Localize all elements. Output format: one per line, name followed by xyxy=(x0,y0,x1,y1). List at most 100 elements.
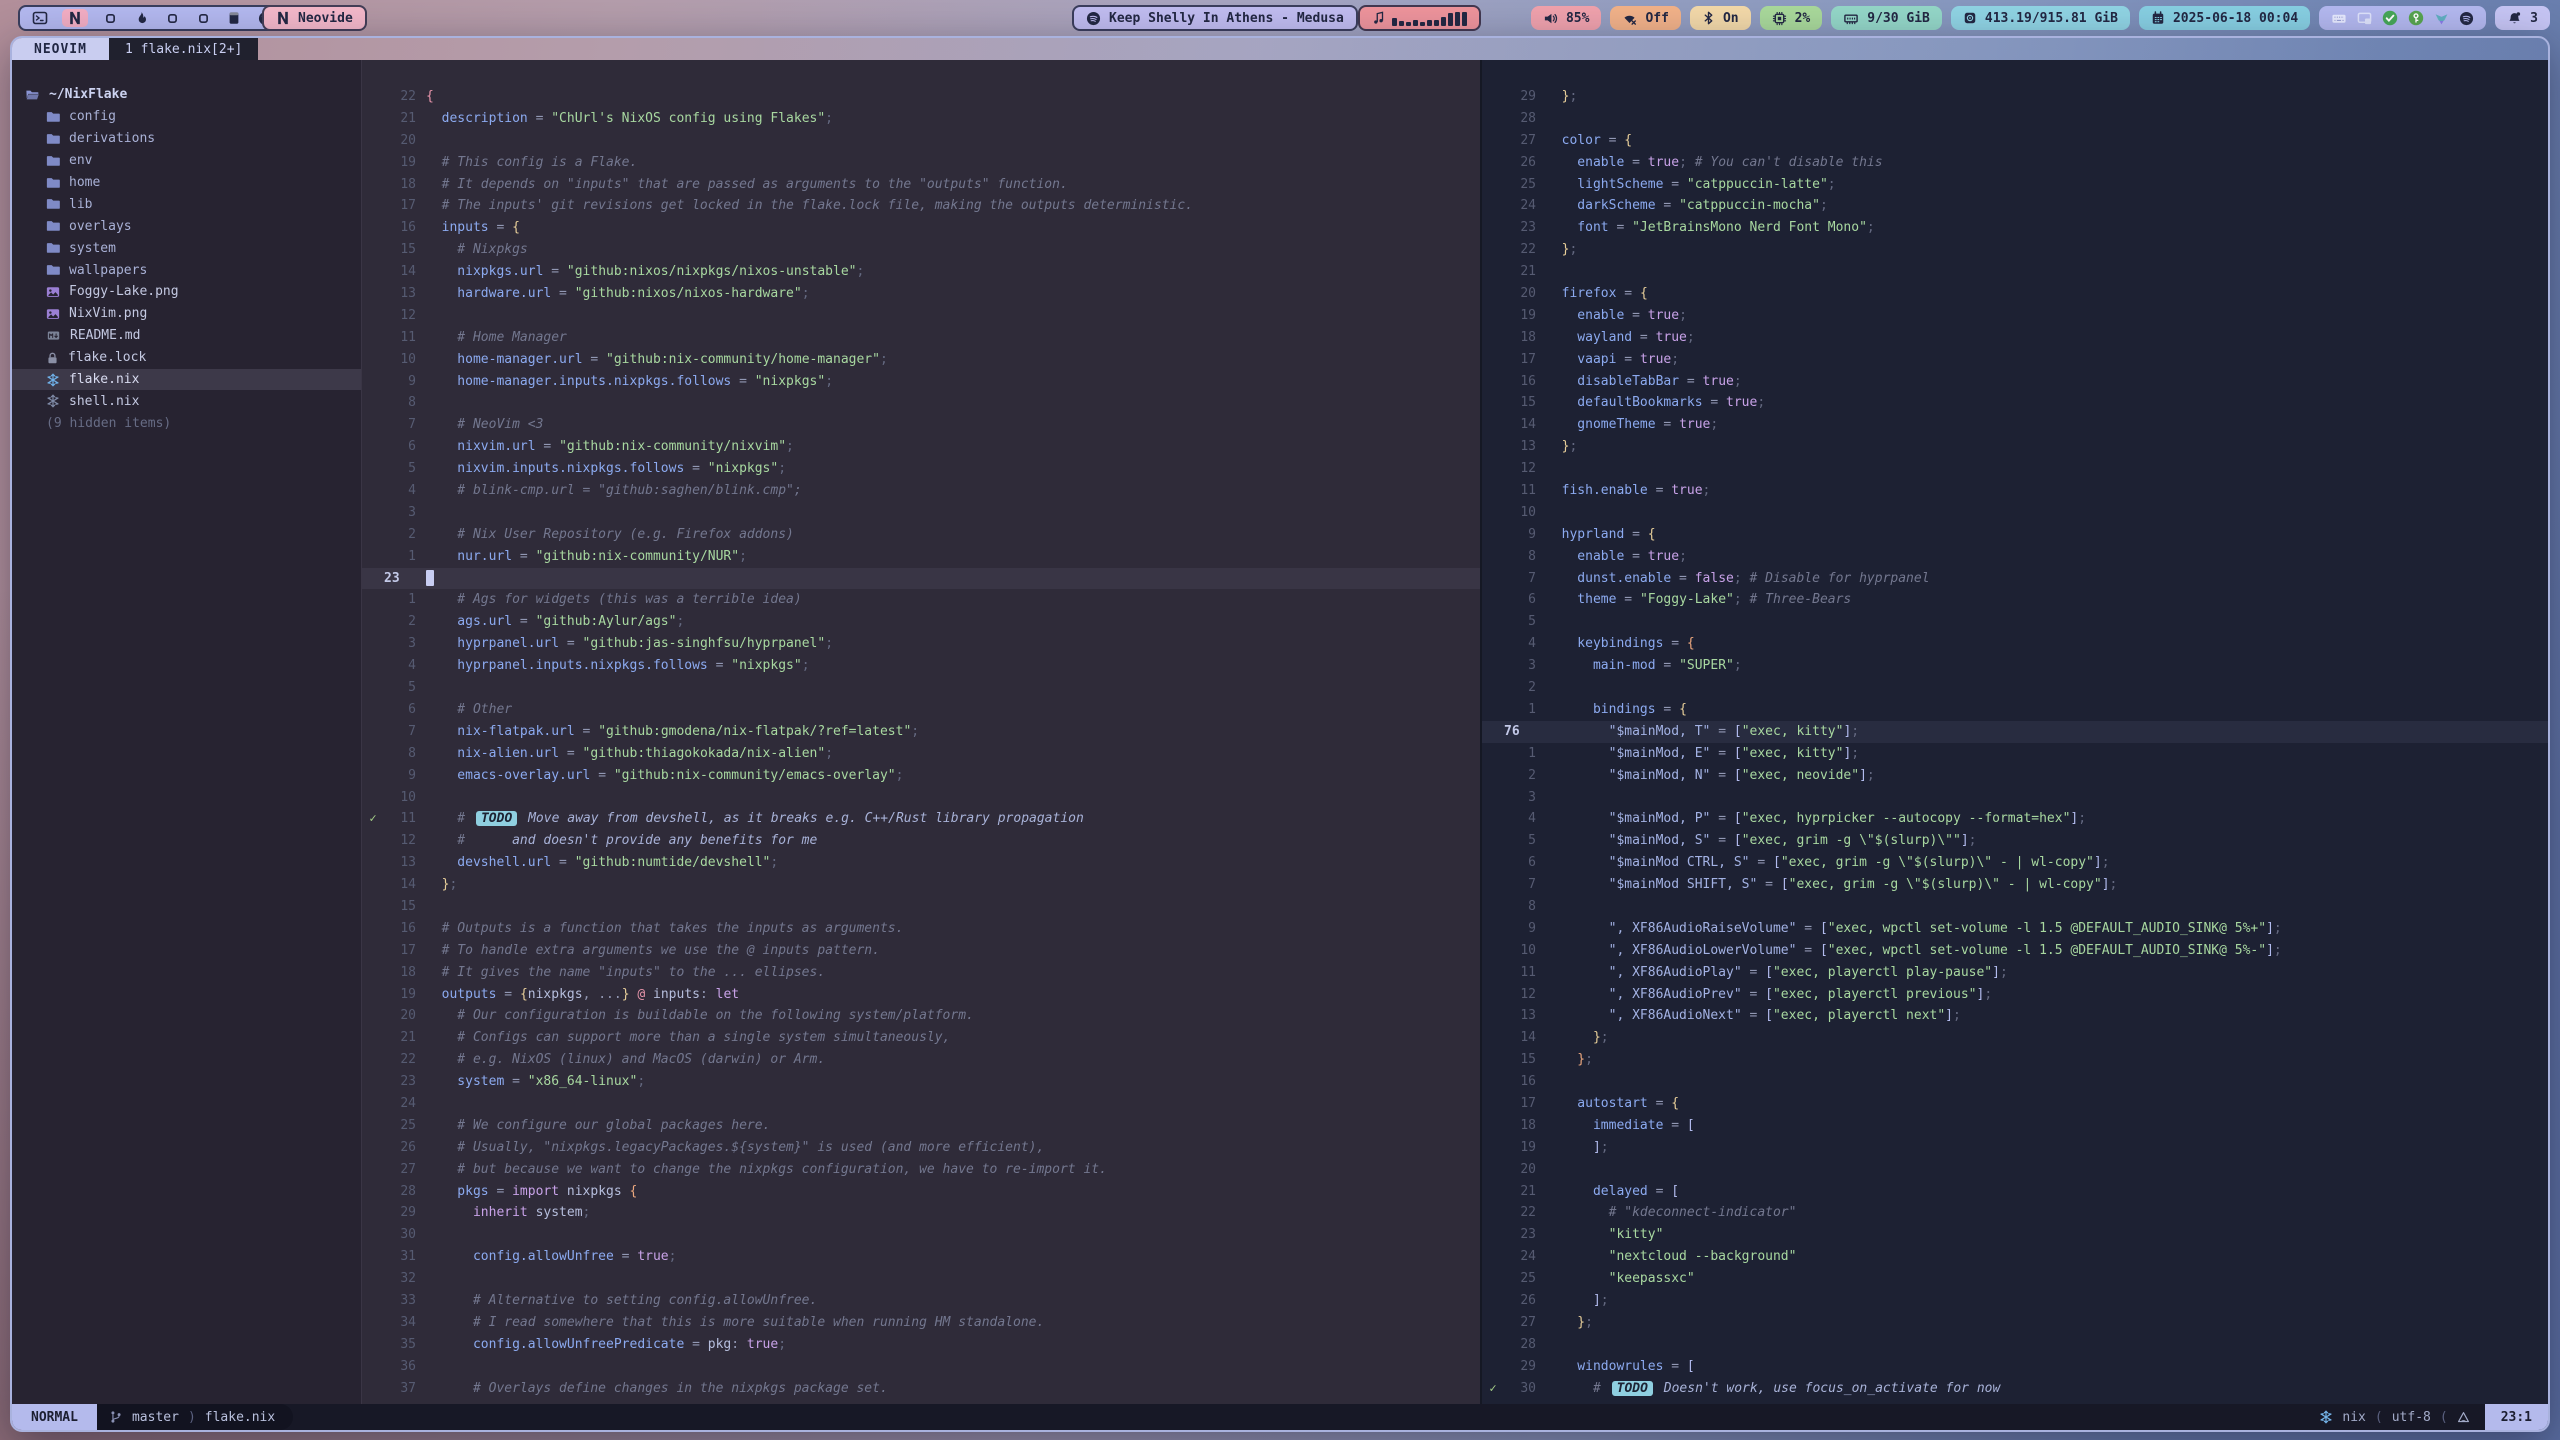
code-line[interactable]: 11 ", XF86AudioPlay" = ["exec, playerctl… xyxy=(1482,962,2548,984)
code-line[interactable]: 9 emacs-overlay.url = "github:nix-commun… xyxy=(362,765,1480,787)
code-line[interactable]: 6 "$mainMod CTRL, S" = ["exec, grim -g \… xyxy=(1482,852,2548,874)
screenshot-tray-icon[interactable] xyxy=(2357,11,2372,26)
code-line[interactable]: 14 }; xyxy=(362,874,1480,896)
tree-file-flake-lock[interactable]: flake.lock xyxy=(12,347,361,369)
code-line[interactable]: 9 ", XF86AudioRaiseVolume" = ["exec, wpc… xyxy=(1482,918,2548,940)
code-line[interactable]: 14 nixpkgs.url = "github:nixos/nixpkgs/n… xyxy=(362,261,1480,283)
workspace-5-square[interactable] xyxy=(163,9,181,27)
workspace-7-book[interactable] xyxy=(225,9,243,27)
code-line[interactable]: 11 # Home Manager xyxy=(362,327,1480,349)
code-line[interactable]: 16 disableTabBar = true; xyxy=(1482,371,2548,393)
workspace-1-terminal[interactable] xyxy=(31,9,49,27)
code-line[interactable]: 5 xyxy=(1482,611,2548,633)
code-line[interactable]: 29 }; xyxy=(1482,86,2548,108)
tree-file-Foggy-Lake-png[interactable]: Foggy-Lake.png xyxy=(12,281,361,303)
code-line[interactable]: 26 # Usually, "nixpkgs.legacyPackages.${… xyxy=(362,1137,1480,1159)
code-line[interactable]: 24 xyxy=(362,1093,1480,1115)
notifications-pill[interactable]: 3 xyxy=(2495,6,2550,30)
code-line[interactable]: ✓11 # TODO Move away from devshell, as i… xyxy=(362,808,1480,830)
code-line[interactable]: 1 "$mainMod, E" = ["exec, kitty"]; xyxy=(1482,743,2548,765)
code-line[interactable]: 16 inputs = { xyxy=(362,217,1480,239)
tree-folder-lib[interactable]: lib xyxy=(12,193,361,215)
code-line[interactable]: 2 # Nix User Repository (e.g. Firefox ad… xyxy=(362,524,1480,546)
code-line[interactable]: 10 xyxy=(1482,502,2548,524)
code-line[interactable]: 23 system = "x86_64-linux"; xyxy=(362,1071,1480,1093)
code-line[interactable]: 13 hardware.url = "github:nixos/nixos-ha… xyxy=(362,283,1480,305)
editor-pane-right-split[interactable]: 29 };2827 color = {26 enable = true; # Y… xyxy=(1480,60,2548,1404)
code-line[interactable]: 18 immediate = [ xyxy=(1482,1115,2548,1137)
vpn-tray-icon[interactable] xyxy=(2434,11,2449,26)
wifi-pill[interactable]: Off xyxy=(1610,6,1680,30)
code-line[interactable]: 20 # Our configuration is buildable on t… xyxy=(362,1005,1480,1027)
code-line[interactable]: 3 xyxy=(362,502,1480,524)
code-line[interactable]: 37 # Overlays define changes in the nixp… xyxy=(362,1378,1480,1400)
code-line[interactable]: 16 # Outputs is a function that takes th… xyxy=(362,918,1480,940)
code-line[interactable]: 12 xyxy=(362,305,1480,327)
code-line[interactable]: 8 enable = true; xyxy=(1482,546,2548,568)
code-line[interactable]: 20 firefox = { xyxy=(1482,283,2548,305)
code-line[interactable]: 9 hyprland = { xyxy=(1482,524,2548,546)
volume-pill[interactable]: 85% xyxy=(1531,6,1601,30)
key-tray-icon[interactable] xyxy=(2408,10,2424,26)
disk-pill[interactable]: 413.19/915.81 GiB xyxy=(1951,6,2130,30)
code-line[interactable]: 29 inherit system; xyxy=(362,1202,1480,1224)
code-line[interactable]: 17 # To handle extra arguments we use th… xyxy=(362,940,1480,962)
workspace-4-flame[interactable] xyxy=(132,9,150,27)
code-line[interactable]: 8 xyxy=(362,392,1480,414)
code-line[interactable]: 10 ", XF86AudioLowerVolume" = ["exec, wp… xyxy=(1482,940,2548,962)
code-line[interactable]: 10 xyxy=(362,787,1480,809)
code-line[interactable]: 15 }; xyxy=(1482,1049,2548,1071)
tree-folder-system[interactable]: system xyxy=(12,237,361,259)
code-line[interactable]: 6 theme = "Foggy-Lake"; # Three-Bears xyxy=(1482,589,2548,611)
code-line[interactable]: 15 defaultBookmarks = true; xyxy=(1482,392,2548,414)
bluetooth-pill[interactable]: On xyxy=(1690,6,1751,30)
code-line[interactable]: 13 ", XF86AudioNext" = ["exec, playerctl… xyxy=(1482,1005,2548,1027)
code-line[interactable]: 7 # NeoVim <3 xyxy=(362,414,1480,436)
memory-pill[interactable]: 9/30 GiB xyxy=(1831,6,1942,30)
code-line[interactable]: 5 "$mainMod, S" = ["exec, grim -g \"$(sl… xyxy=(1482,830,2548,852)
workspace-2-neovide-n-active[interactable] xyxy=(62,9,88,27)
editor-pane-flake-nix[interactable]: 22{21 description = "ChUrl's NixOS confi… xyxy=(362,60,1480,1404)
code-line[interactable]: 13 devshell.url = "github:numtide/devshe… xyxy=(362,852,1480,874)
code-line[interactable]: 2 "$mainMod, N" = ["exec, neovide"]; xyxy=(1482,765,2548,787)
code-line[interactable]: 22 }; xyxy=(1482,239,2548,261)
code-line[interactable]: 19 outputs = {nixpkgs, ...} @ inputs: le… xyxy=(362,984,1480,1006)
code-line[interactable]: 5 nixvim.inputs.nixpkgs.follows = "nixpk… xyxy=(362,458,1480,480)
code-line[interactable]: 25 "keepassxc" xyxy=(1482,1268,2548,1290)
code-line[interactable]: 28 xyxy=(1482,1334,2548,1356)
code-line[interactable]: 21 # Configs can support more than a sin… xyxy=(362,1027,1480,1049)
tree-file-NixVim-png[interactable]: NixVim.png xyxy=(12,303,361,325)
code-line[interactable]: 3 xyxy=(1482,787,2548,809)
code-line[interactable]: 4 hyprpanel.inputs.nixpkgs.follows = "ni… xyxy=(362,655,1480,677)
code-line[interactable]: 6 # Other xyxy=(362,699,1480,721)
tree-folder-env[interactable]: env xyxy=(12,150,361,172)
code-line[interactable]: 28 pkgs = import nixpkgs { xyxy=(362,1181,1480,1203)
tree-folder-home[interactable]: home xyxy=(12,172,361,194)
code-line[interactable]: 21 description = "ChUrl's NixOS config u… xyxy=(362,108,1480,130)
code-line[interactable]: 25 lightScheme = "catppuccin-latte"; xyxy=(1482,174,2548,196)
workspace-6-square[interactable] xyxy=(194,9,212,27)
code-line[interactable]: 7 "$mainMod SHIFT, S" = ["exec, grim -g … xyxy=(1482,874,2548,896)
spotify-tray-icon[interactable] xyxy=(2459,11,2474,26)
code-line[interactable]: 29 windowrules = [ xyxy=(1482,1356,2548,1378)
code-line[interactable]: 16 xyxy=(1482,1071,2548,1093)
code-line[interactable]: 35 config.allowUnfreePredicate = pkg: tr… xyxy=(362,1334,1480,1356)
code-line[interactable]: 22 # e.g. NixOS (linux) and MacOS (darwi… xyxy=(362,1049,1480,1071)
code-line[interactable]: 21 xyxy=(1482,261,2548,283)
code-line[interactable]: 12 xyxy=(1482,458,2548,480)
code-line[interactable]: 19 # This config is a Flake. xyxy=(362,152,1480,174)
code-line[interactable]: 25 # We configure our global packages he… xyxy=(362,1115,1480,1137)
music-player-pill[interactable]: Keep Shelly In Athens - Medusa xyxy=(1072,5,1358,31)
code-line[interactable]: 7 nix-flatpak.url = "github:gmodena/nix-… xyxy=(362,721,1480,743)
code-line[interactable]: 19 enable = true; xyxy=(1482,305,2548,327)
code-line[interactable]: 12 # and doesn't provide any benefits fo… xyxy=(362,830,1480,852)
code-line[interactable]: 14 gnomeTheme = true; xyxy=(1482,414,2548,436)
code-line[interactable]: 30 xyxy=(362,1224,1480,1246)
code-line[interactable]: 17 # The inputs' git revisions get locke… xyxy=(362,195,1480,217)
tree-file-shell-nix[interactable]: shell.nix xyxy=(12,390,361,412)
tree-folder-overlays[interactable]: overlays xyxy=(12,215,361,237)
code-line[interactable]: 22 # "kdeconnect-indicator" xyxy=(1482,1202,2548,1224)
code-line[interactable]: 22{ xyxy=(362,86,1480,108)
tree-folder-derivations[interactable]: derivations xyxy=(12,128,361,150)
code-line[interactable]: 18 wayland = true; xyxy=(1482,327,2548,349)
